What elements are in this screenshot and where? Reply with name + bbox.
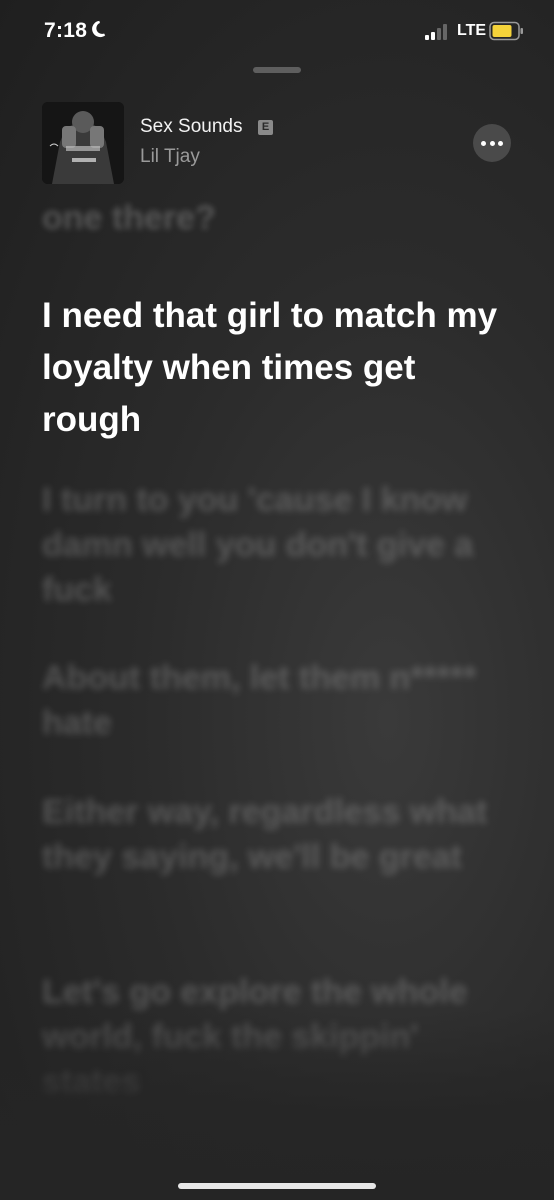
network-label: LTE [457, 22, 487, 39]
explicit-badge: E [258, 120, 273, 135]
battery-icon [489, 21, 523, 41]
lyric-line-upcoming[interactable]: Either way, regardless what they saying,… [42, 790, 512, 880]
moon-icon [92, 20, 106, 38]
home-indicator[interactable] [178, 1183, 376, 1189]
signal-icon [425, 24, 447, 40]
ellipsis-icon [481, 141, 486, 146]
album-artwork[interactable] [42, 102, 124, 184]
more-options-button[interactable] [473, 124, 511, 162]
lyric-line-previous[interactable]: one there? [42, 196, 512, 246]
song-title[interactable]: Sex Sounds [140, 116, 242, 138]
status-time: 7:18 [44, 19, 88, 42]
sheet-grabber-handle[interactable] [253, 67, 301, 73]
status-bar: 7:18 LTE [0, 0, 554, 64]
artist-name[interactable]: Lil Tjay [140, 146, 200, 168]
lyric-line-upcoming[interactable]: About them, let them n***** hate [42, 656, 512, 746]
lyric-line-upcoming[interactable]: Let's go explore the whole world, fuck t… [42, 970, 512, 1105]
lyric-line-current[interactable]: I need that girl to match my loyalty whe… [42, 290, 512, 446]
lyric-line-upcoming[interactable]: I turn to you 'cause I know damn well yo… [42, 478, 512, 613]
